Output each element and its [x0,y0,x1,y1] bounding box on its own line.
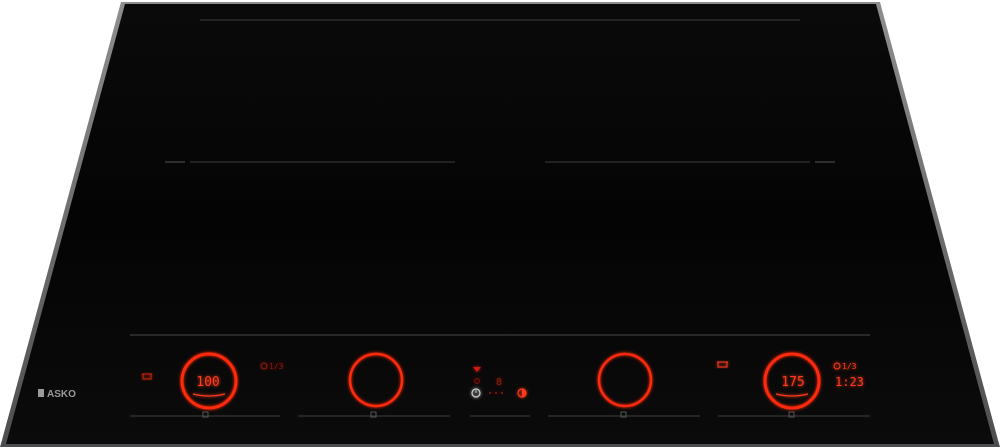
power-level-display-right: 175 [781,375,804,390]
timer-readout-right: 1:23 [835,375,864,389]
power-level-display-left: 100 [196,375,219,390]
logo-mark-icon [38,389,44,397]
center-digit-display: 8 [496,377,502,388]
logo-text: ASKO [47,389,76,400]
svg-text:1/3: 1/3 [842,362,857,371]
svg-text:1/3: 1/3 [269,362,284,371]
cooktop-scene: ASKO 100 1/3 8 175 1/3 1:23 [0,2,1000,447]
